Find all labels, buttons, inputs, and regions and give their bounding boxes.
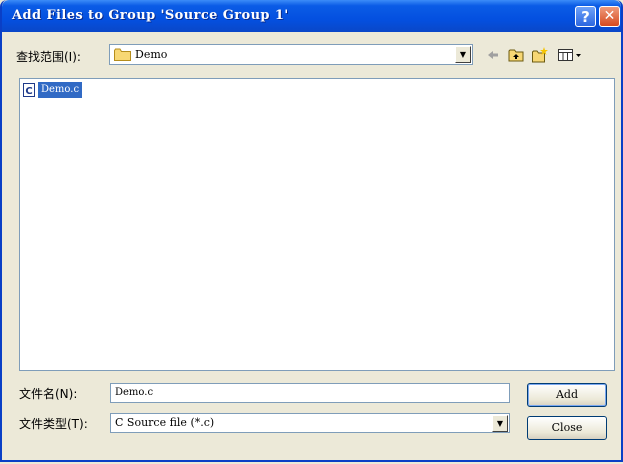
file-type-label: 文件类型(T):: [19, 417, 88, 431]
close-button[interactable]: Close: [527, 416, 607, 440]
file-name-field[interactable]: Demo.c: [110, 383, 510, 403]
file-type-dropdown[interactable]: C Source file (*.c) ▼: [110, 413, 510, 433]
new-folder-icon[interactable]: [531, 46, 549, 64]
file-type-dropdown-button[interactable]: ▼: [492, 415, 508, 432]
file-name-label: 文件名(N):: [19, 387, 78, 401]
folder-icon: [114, 48, 131, 61]
file-type-value: C Source file (*.c): [115, 416, 215, 429]
c-source-file-icon: C: [23, 83, 35, 97]
back-arrow-icon[interactable]: [484, 46, 502, 64]
look-in-value: Demo: [135, 48, 168, 61]
close-window-button[interactable]: ✕: [599, 6, 620, 27]
look-in-label: 查找范围(I):: [16, 50, 81, 64]
title-bar[interactable]: Add Files to Group 'Source Group 1' ? ✕: [2, 0, 621, 32]
up-folder-icon[interactable]: [507, 46, 525, 64]
file-name: Demo.c: [38, 82, 83, 98]
svg-text:C: C: [25, 86, 32, 97]
add-button[interactable]: Add: [527, 383, 607, 407]
view-menu-icon[interactable]: [557, 46, 583, 64]
file-list[interactable]: C Demo.c: [19, 78, 615, 371]
look-in-dropdown[interactable]: Demo ▼: [109, 44, 473, 65]
help-button[interactable]: ?: [575, 6, 596, 27]
look-in-dropdown-button[interactable]: ▼: [455, 46, 471, 63]
add-files-dialog: Add Files to Group 'Source Group 1' ? ✕ …: [0, 0, 623, 462]
dialog-title: Add Files to Group 'Source Group 1': [12, 8, 289, 23]
